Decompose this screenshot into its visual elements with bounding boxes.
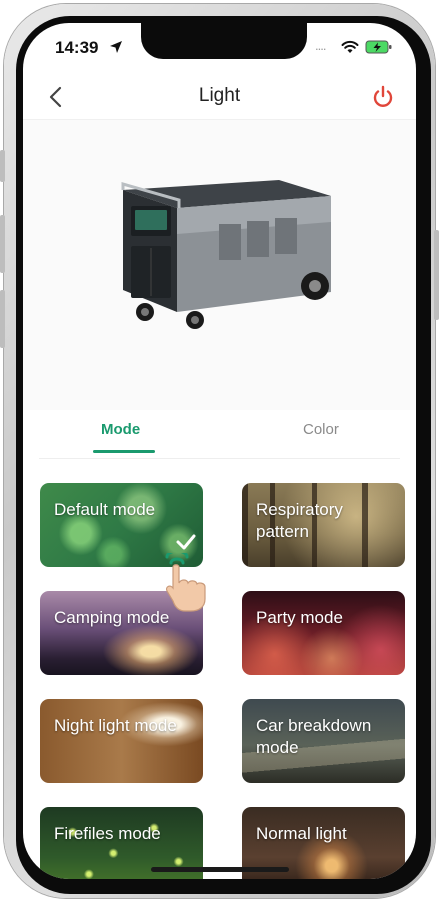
mode-card-party[interactable]: Party mode (242, 591, 405, 675)
volume-down-button (0, 290, 5, 348)
mode-label: Car breakdown mode (256, 716, 372, 757)
volume-up-button (0, 215, 5, 273)
side-power-button (434, 230, 439, 320)
location-arrow-icon (110, 41, 122, 53)
mode-card-respiratory[interactable]: Respiratory pattern (242, 483, 405, 567)
mode-label: Normal light (256, 824, 347, 843)
tap-hand-icon (165, 553, 206, 612)
mode-card-car-breakdown[interactable]: Car breakdown mode (242, 699, 405, 783)
battery-charging-icon (365, 40, 392, 54)
mode-label: Default mode (54, 500, 156, 519)
tab-mode[interactable]: Mode (101, 421, 140, 438)
selected-check-icon (176, 534, 196, 550)
mode-label: Respiratory pattern (256, 500, 343, 541)
wifi-icon (341, 40, 359, 53)
tabs-divider (39, 458, 400, 459)
power-station-image (121, 180, 331, 329)
app-screen: 14:39 .... Light Mode Color Default mode… (23, 23, 416, 879)
status-bar: 14:39 .... (23, 23, 416, 75)
mode-label: Firefiles mode (54, 824, 161, 843)
header: Light (23, 75, 416, 119)
active-tab-indicator (93, 450, 155, 453)
page-title: Light (198, 85, 241, 106)
mode-color-tabs: Mode Color (23, 413, 416, 459)
mode-label: Night light mode (54, 716, 177, 735)
mode-label: Party mode (256, 608, 343, 627)
mute-switch (0, 150, 5, 182)
home-indicator (151, 867, 289, 872)
tab-color[interactable]: Color (303, 421, 339, 438)
mode-card-night-light[interactable]: Night light mode (40, 699, 203, 783)
power-button[interactable] (370, 83, 396, 111)
notch (141, 23, 307, 59)
product-image-area (23, 120, 416, 410)
status-time: 14:39 (55, 38, 99, 57)
signal-dots: .... (315, 38, 326, 53)
